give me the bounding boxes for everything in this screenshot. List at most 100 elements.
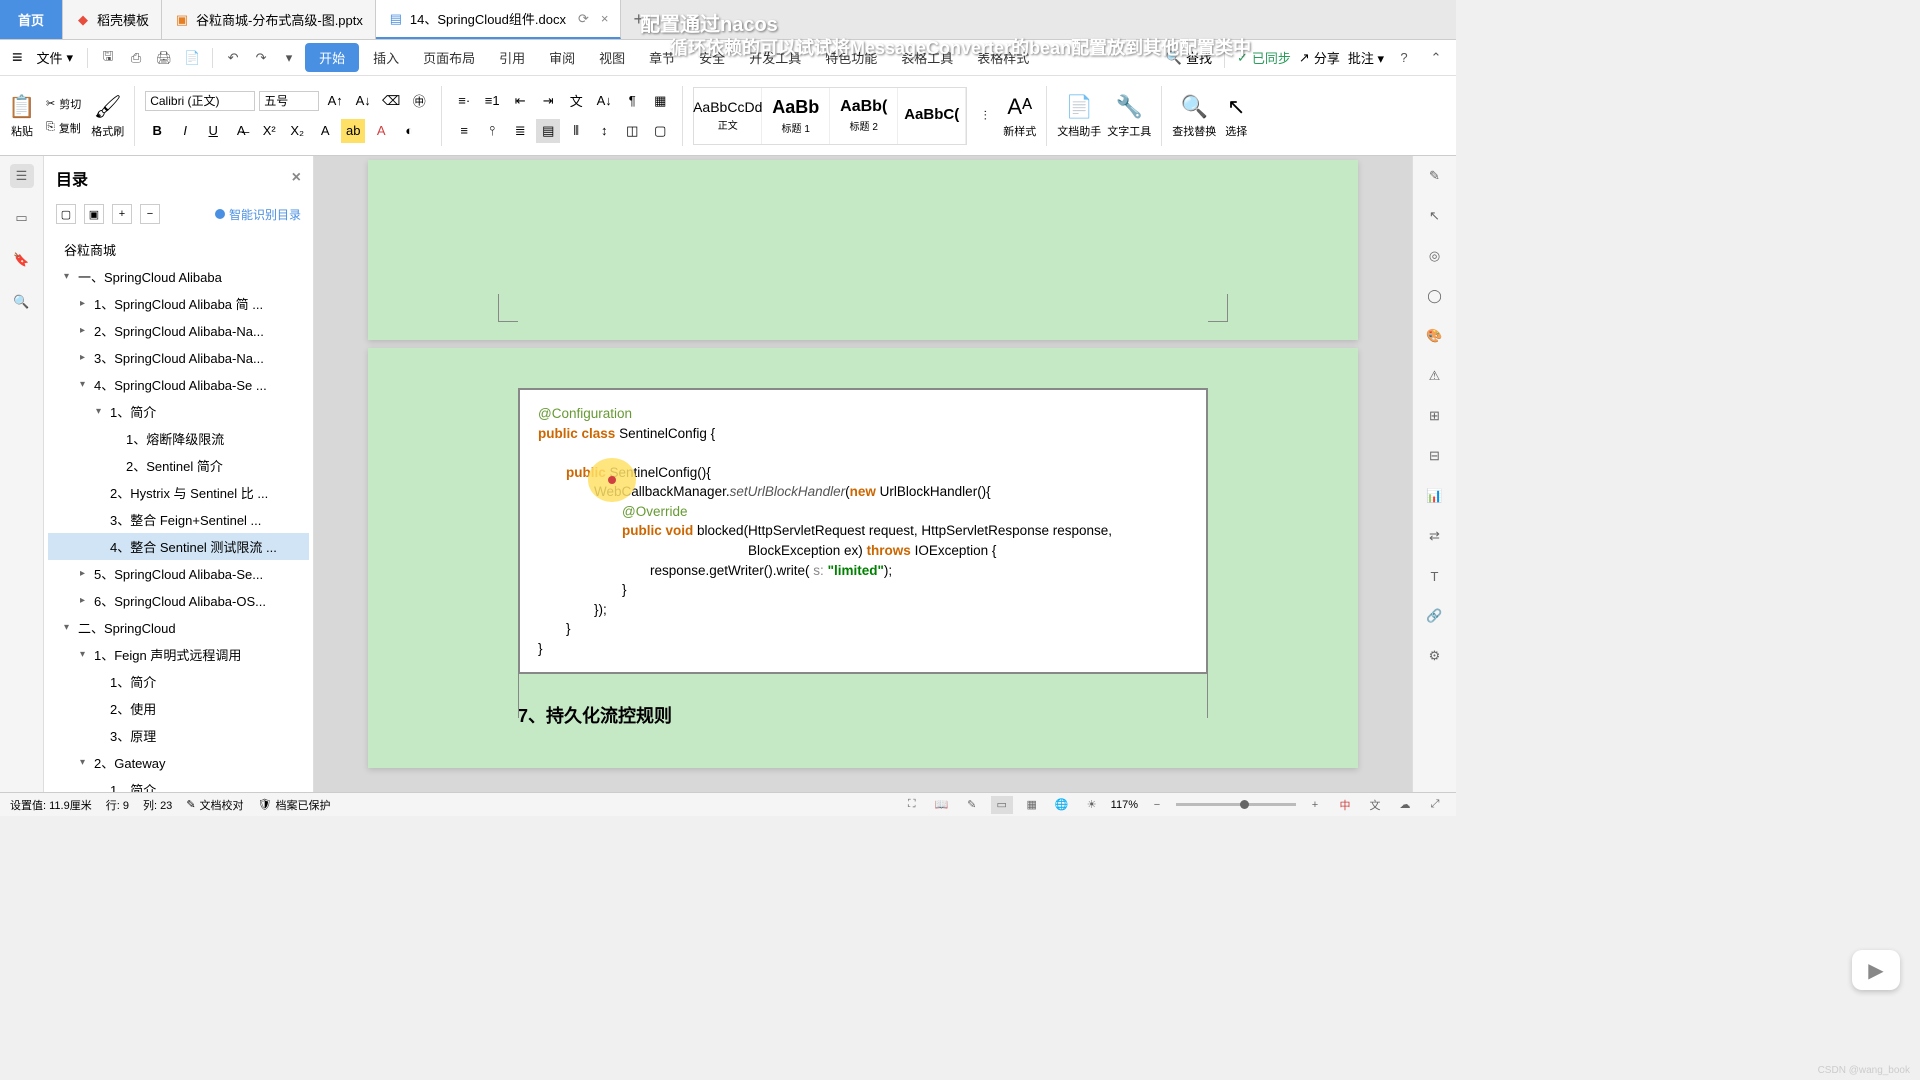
outline-item[interactable]: ▸1、SpringCloud Alibaba 简 ...: [48, 290, 309, 317]
ime-indicator[interactable]: 中: [1334, 796, 1356, 814]
outline-item[interactable]: ▾4、SpringCloud Alibaba-Se ...: [48, 371, 309, 398]
style-heading1[interactable]: AaBb标题 1: [762, 88, 830, 144]
copy-button[interactable]: ⎘复制: [42, 118, 85, 138]
text-rail-icon[interactable]: T: [1423, 564, 1447, 588]
outline-view-icon[interactable]: ✎: [961, 796, 983, 814]
status-proof[interactable]: ✎文档校对: [186, 797, 243, 813]
font-color-button[interactable]: A: [369, 119, 393, 143]
save-icon[interactable]: 🖫: [96, 46, 120, 70]
numbering-button[interactable]: ≡1: [480, 89, 504, 113]
outline-item[interactable]: 2、Sentinel 简介: [48, 452, 309, 479]
focus-view-icon[interactable]: ☀: [1081, 796, 1103, 814]
distribute-button[interactable]: ⫴: [564, 119, 588, 143]
print-icon[interactable]: 🖨: [152, 46, 176, 70]
print-preview-icon[interactable]: ⎙: [124, 46, 148, 70]
zoom-in-button[interactable]: +: [1304, 796, 1326, 814]
select-button[interactable]: ↖选择: [1222, 93, 1250, 139]
zoom-slider[interactable]: [1176, 803, 1296, 806]
outline-item[interactable]: ▾2、Gateway: [48, 749, 309, 776]
doc-assist-button[interactable]: 📄文档助手: [1057, 93, 1101, 139]
web-view-icon[interactable]: ▦: [1021, 796, 1043, 814]
menu-table-tools[interactable]: 表格工具: [891, 44, 963, 71]
menu-layout[interactable]: 页面布局: [413, 44, 485, 71]
cloud-icon[interactable]: ☁: [1394, 796, 1416, 814]
char-shading-button[interactable]: ◐: [397, 119, 421, 143]
collapse-ribbon-icon[interactable]: ⌃: [1424, 46, 1448, 70]
outline-item[interactable]: ▸3、SpringCloud Alibaba-Na...: [48, 344, 309, 371]
outline-remove[interactable]: −: [140, 204, 160, 224]
search-rail-icon[interactable]: 🔍: [10, 290, 34, 314]
fullscreen-view-icon[interactable]: ⛶: [901, 796, 923, 814]
italic-button[interactable]: I: [173, 119, 197, 143]
ime-lang[interactable]: 文: [1364, 796, 1386, 814]
style-heading3[interactable]: AaBbC(: [898, 88, 966, 144]
style-heading2[interactable]: AaBb(标题 2: [830, 88, 898, 144]
borders-button[interactable]: ▢: [648, 119, 672, 143]
page-view-icon[interactable]: ▭: [991, 796, 1013, 814]
outline-item[interactable]: 1、熔断降级限流: [48, 425, 309, 452]
menu-devtools[interactable]: 开发工具: [739, 44, 811, 71]
thumbnail-rail-icon[interactable]: ▭: [10, 206, 34, 230]
line-spacing-button[interactable]: ↕: [592, 119, 616, 143]
tab-close-icon[interactable]: ×: [601, 11, 609, 26]
cut-button[interactable]: ✂剪切: [42, 94, 85, 114]
menu-security[interactable]: 安全: [689, 44, 735, 71]
search-button[interactable]: 🔍查找: [1166, 48, 1212, 67]
link-rail-icon[interactable]: 🔗: [1423, 604, 1447, 628]
font-size-select[interactable]: [259, 91, 319, 111]
outline-item[interactable]: ▾1、Feign 声明式远程调用: [48, 641, 309, 668]
menu-chapter[interactable]: 章节: [639, 44, 685, 71]
superscript-button[interactable]: X²: [257, 119, 281, 143]
share-button[interactable]: ↗分享: [1299, 48, 1340, 67]
outline-item[interactable]: 2、Hystrix 与 Sentinel 比 ...: [48, 479, 309, 506]
outline-collapse-all[interactable]: ▢: [56, 204, 76, 224]
zoom-level[interactable]: 117%: [1111, 799, 1138, 811]
tab-docx-active[interactable]: ▤ 14、SpringCloud组件.docx ⟳ ×: [376, 0, 622, 39]
add-tab-button[interactable]: +: [621, 0, 656, 39]
phonetic-icon[interactable]: ㊥: [407, 89, 431, 113]
align-justify-button[interactable]: ▤: [536, 119, 560, 143]
outline-item[interactable]: ▾一、SpringCloud Alibaba: [48, 263, 309, 290]
outline-add[interactable]: +: [112, 204, 132, 224]
zoom-out-button[interactable]: −: [1146, 796, 1168, 814]
new-style-button[interactable]: Aᴬ新样式: [1003, 93, 1036, 139]
read-view-icon[interactable]: 📖: [931, 796, 953, 814]
file-menu[interactable]: 文件 ▾: [31, 44, 80, 71]
style-normal[interactable]: AaBbCcDd正文: [694, 88, 762, 144]
palette-rail-icon[interactable]: 🎨: [1423, 324, 1447, 348]
outline-item[interactable]: ▸5、SpringCloud Alibaba-Se...: [48, 560, 309, 587]
bullets-button[interactable]: ≡·: [452, 89, 476, 113]
sync-status[interactable]: ✓已同步: [1237, 48, 1291, 67]
tab-daoke-template[interactable]: ◆ 稻壳模板: [63, 0, 162, 39]
menu-start[interactable]: 开始: [305, 43, 359, 72]
find-replace-button[interactable]: 🔍查找替换: [1172, 93, 1216, 139]
sort-button[interactable]: A↓: [592, 89, 616, 113]
draft-view-icon[interactable]: 🌐: [1051, 796, 1073, 814]
home-tab[interactable]: 首页: [0, 0, 63, 39]
increase-font-icon[interactable]: A↑: [323, 89, 347, 113]
flow-rail-icon[interactable]: ⇄: [1423, 524, 1447, 548]
outline-item[interactable]: 4、整合 Sentinel 测试限流 ...: [48, 533, 309, 560]
paste-button[interactable]: 📋 粘贴: [8, 93, 36, 139]
menu-reference[interactable]: 引用: [489, 44, 535, 71]
outline-item[interactable]: 3、原理: [48, 722, 309, 749]
outline-item[interactable]: 3、整合 Feign+Sentinel ...: [48, 506, 309, 533]
show-marks-button[interactable]: ¶: [620, 89, 644, 113]
decrease-indent-button[interactable]: ⇤: [508, 89, 532, 113]
menu-insert[interactable]: 插入: [363, 44, 409, 71]
video-play-badge[interactable]: ▶: [1852, 950, 1900, 990]
redo-icon[interactable]: ↷: [249, 46, 273, 70]
text-direction-button[interactable]: 文: [564, 89, 588, 113]
bold-button[interactable]: B: [145, 119, 169, 143]
zoom-handle[interactable]: [1240, 800, 1249, 809]
font-name-select[interactable]: [145, 91, 255, 111]
menu-review[interactable]: 审阅: [539, 44, 585, 71]
align-right-button[interactable]: ≣: [508, 119, 532, 143]
outline-rail-icon[interactable]: ☰: [10, 164, 34, 188]
bookmark-rail-icon[interactable]: 🔖: [10, 248, 34, 272]
target-rail-icon[interactable]: ◎: [1423, 244, 1447, 268]
apps-rail-icon[interactable]: ⊟: [1423, 444, 1447, 468]
format-painter-button[interactable]: 🖌 格式刷: [91, 93, 124, 139]
menu-features[interactable]: 特色功能: [815, 44, 887, 71]
hamburger-icon[interactable]: ≡: [8, 43, 27, 72]
